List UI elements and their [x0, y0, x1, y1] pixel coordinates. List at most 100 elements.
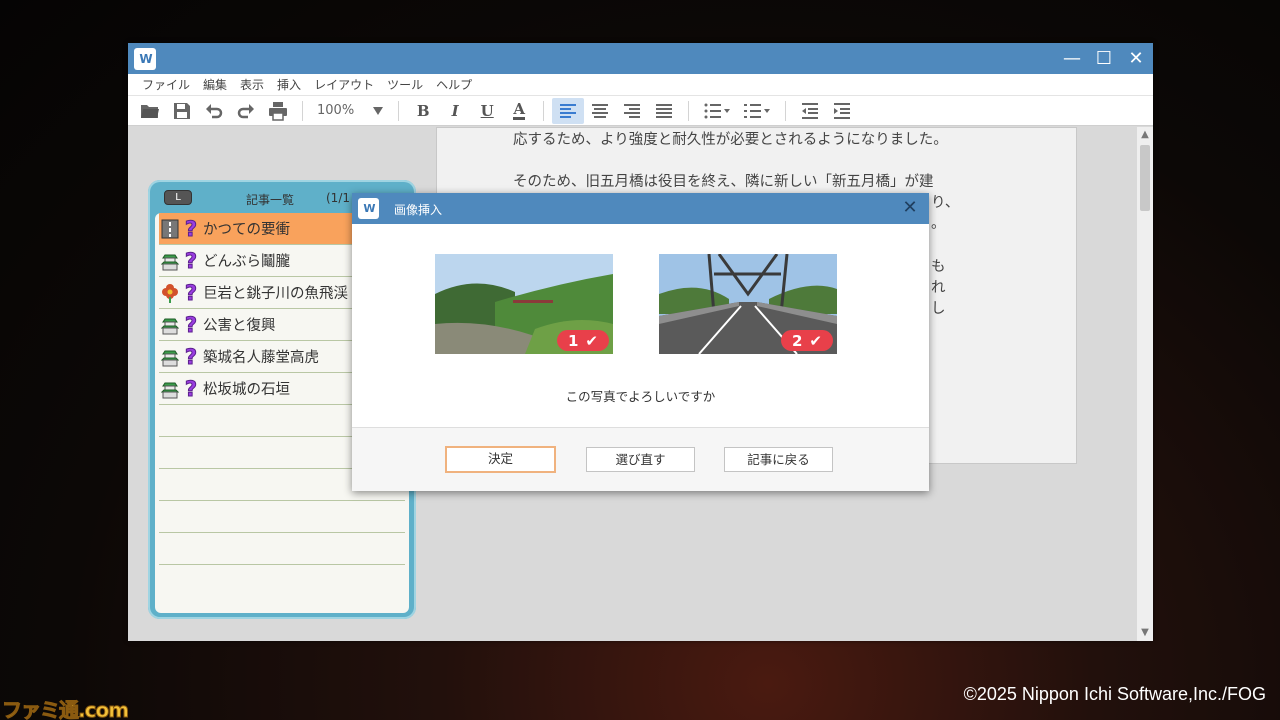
menu-layout[interactable]: レイアウト	[314, 76, 374, 93]
underline-button[interactable]: U	[471, 98, 503, 124]
bullet-list-icon	[704, 103, 731, 118]
photo-2[interactable]: 2 ✔	[659, 254, 837, 354]
font-color-icon: A	[513, 100, 525, 120]
unknown-question-icon: ?	[184, 312, 198, 337]
article-item-title: どんぶら鬮朧	[203, 254, 290, 270]
undo-icon	[206, 103, 223, 118]
scrollbar-thumb[interactable]	[1140, 145, 1150, 211]
confirm-button[interactable]: 決定	[445, 446, 556, 473]
checkmark-icon: ✔	[809, 331, 822, 350]
minimize-button[interactable]: —	[1059, 48, 1085, 70]
dialog-titlebar[interactable]: W 画像挿入 ✕	[352, 193, 929, 224]
maximize-button[interactable]: ☐	[1091, 48, 1117, 70]
photo-selection-badge: 1 ✔	[557, 330, 609, 351]
window-titlebar[interactable]: W — ☐ ✕	[128, 43, 1153, 74]
dialog-close-button[interactable]: ✕	[899, 197, 921, 219]
save-icon	[174, 102, 190, 119]
font-color-button[interactable]: A	[503, 98, 535, 124]
italic-button[interactable]: I	[439, 98, 471, 124]
justify-button[interactable]	[648, 98, 680, 124]
unknown-question-icon: ?	[184, 376, 198, 401]
photo-number: 1	[567, 331, 579, 350]
photo-1[interactable]: 1 ✔	[435, 254, 613, 354]
indent-icon	[834, 102, 851, 119]
align-left-icon	[560, 103, 577, 118]
article-list-page: (1/1	[326, 191, 350, 205]
dropdown-arrow-icon	[373, 106, 384, 115]
align-center-button[interactable]	[584, 98, 616, 124]
unknown-question-icon: ?	[184, 280, 198, 305]
article-list-title: 記事一覧	[246, 193, 295, 207]
photo-selection-badge: 2 ✔	[781, 330, 833, 351]
outdent-icon	[802, 102, 819, 119]
reselect-button[interactable]: 選び直す	[586, 447, 695, 472]
l-shoulder-button[interactable]: L	[164, 190, 192, 205]
menu-edit[interactable]: 編集	[203, 76, 227, 93]
menu-bar: ファイル 編集 表示 挿入 レイアウト ツール ヘルプ	[128, 74, 1153, 96]
menu-file[interactable]: ファイル	[142, 76, 190, 93]
menu-view[interactable]: 表示	[240, 76, 264, 93]
document-text-line: 応するため、より強度と耐久性が必要とされるようになりました。	[513, 132, 948, 148]
document-text-fragment: も	[931, 259, 946, 275]
justify-icon	[656, 103, 673, 118]
undo-button[interactable]	[198, 98, 230, 124]
menu-tools[interactable]: ツール	[387, 76, 423, 93]
toolbar-separator	[543, 100, 545, 121]
align-right-button[interactable]	[616, 98, 648, 124]
menu-help[interactable]: ヘルプ	[436, 76, 472, 93]
print-button[interactable]	[262, 98, 294, 124]
indent-button[interactable]	[826, 98, 858, 124]
zoom-select[interactable]: 100%	[311, 103, 390, 118]
flower-icon	[160, 282, 180, 304]
unknown-question-icon: ?	[184, 216, 198, 241]
open-folder-button[interactable]	[134, 98, 166, 124]
back-to-article-button[interactable]: 記事に戻る	[724, 447, 833, 472]
align-left-button[interactable]	[552, 97, 585, 124]
confirm-question: この写真でよろしいですか	[565, 389, 716, 404]
vertical-scrollbar[interactable]: ▲ ▼	[1137, 127, 1153, 641]
document-text-line: そのため、旧五月橋は役目を終え、隣に新しい「新五月橋」が建	[513, 174, 934, 190]
bold-button[interactable]: B	[407, 98, 439, 124]
bold-icon: B	[416, 101, 430, 120]
document-text-fragment: り、	[931, 195, 960, 211]
bullet-list-button[interactable]	[697, 98, 737, 124]
castle-icon	[160, 346, 180, 368]
castle-icon	[160, 378, 180, 400]
article-item-title: 松坂城の石垣	[203, 382, 290, 398]
toolbar-separator	[688, 100, 690, 121]
checkmark-icon: ✔	[585, 331, 598, 350]
castle-icon	[160, 250, 180, 272]
toolbar: 100% B I U A	[128, 96, 1153, 126]
toolbar-separator	[398, 100, 400, 121]
redo-icon	[237, 103, 254, 118]
menu-insert[interactable]: 挿入	[277, 76, 301, 93]
folder-icon	[141, 104, 159, 118]
underline-icon: U	[480, 101, 494, 120]
scroll-up-arrow-icon[interactable]: ▲	[1139, 129, 1151, 141]
printer-icon	[269, 101, 287, 121]
close-window-button[interactable]: ✕	[1123, 48, 1149, 70]
scroll-down-arrow-icon[interactable]: ▼	[1139, 627, 1151, 639]
empty-row-line	[159, 532, 405, 533]
numbered-list-button[interactable]	[737, 98, 777, 124]
zoom-value: 100%	[317, 103, 355, 118]
outdent-button[interactable]	[794, 98, 826, 124]
dialog-title: 画像挿入	[394, 203, 443, 217]
article-item-title: 築城名人藤堂高虎	[203, 350, 319, 366]
app-logo-icon: W	[358, 198, 379, 219]
site-watermark-logo: ファミ通.com	[1, 698, 129, 720]
document-text-fragment: れ	[931, 280, 946, 296]
article-item-title: 公害と復興	[203, 318, 276, 334]
align-center-icon	[592, 103, 609, 118]
redo-button[interactable]	[230, 98, 262, 124]
align-right-icon	[624, 103, 641, 118]
save-button[interactable]	[166, 98, 198, 124]
app-logo-icon: W	[134, 48, 156, 70]
unknown-question-icon: ?	[184, 248, 198, 273]
copyright-text: ©2025 Nippon Ichi Software,Inc./FOG	[963, 684, 1266, 704]
document-text-fragment: し	[931, 301, 946, 317]
numbered-list-icon	[744, 103, 771, 118]
italic-icon: I	[451, 101, 459, 120]
toolbar-separator	[302, 100, 303, 121]
article-item-title: かつての要衝	[203, 222, 290, 238]
